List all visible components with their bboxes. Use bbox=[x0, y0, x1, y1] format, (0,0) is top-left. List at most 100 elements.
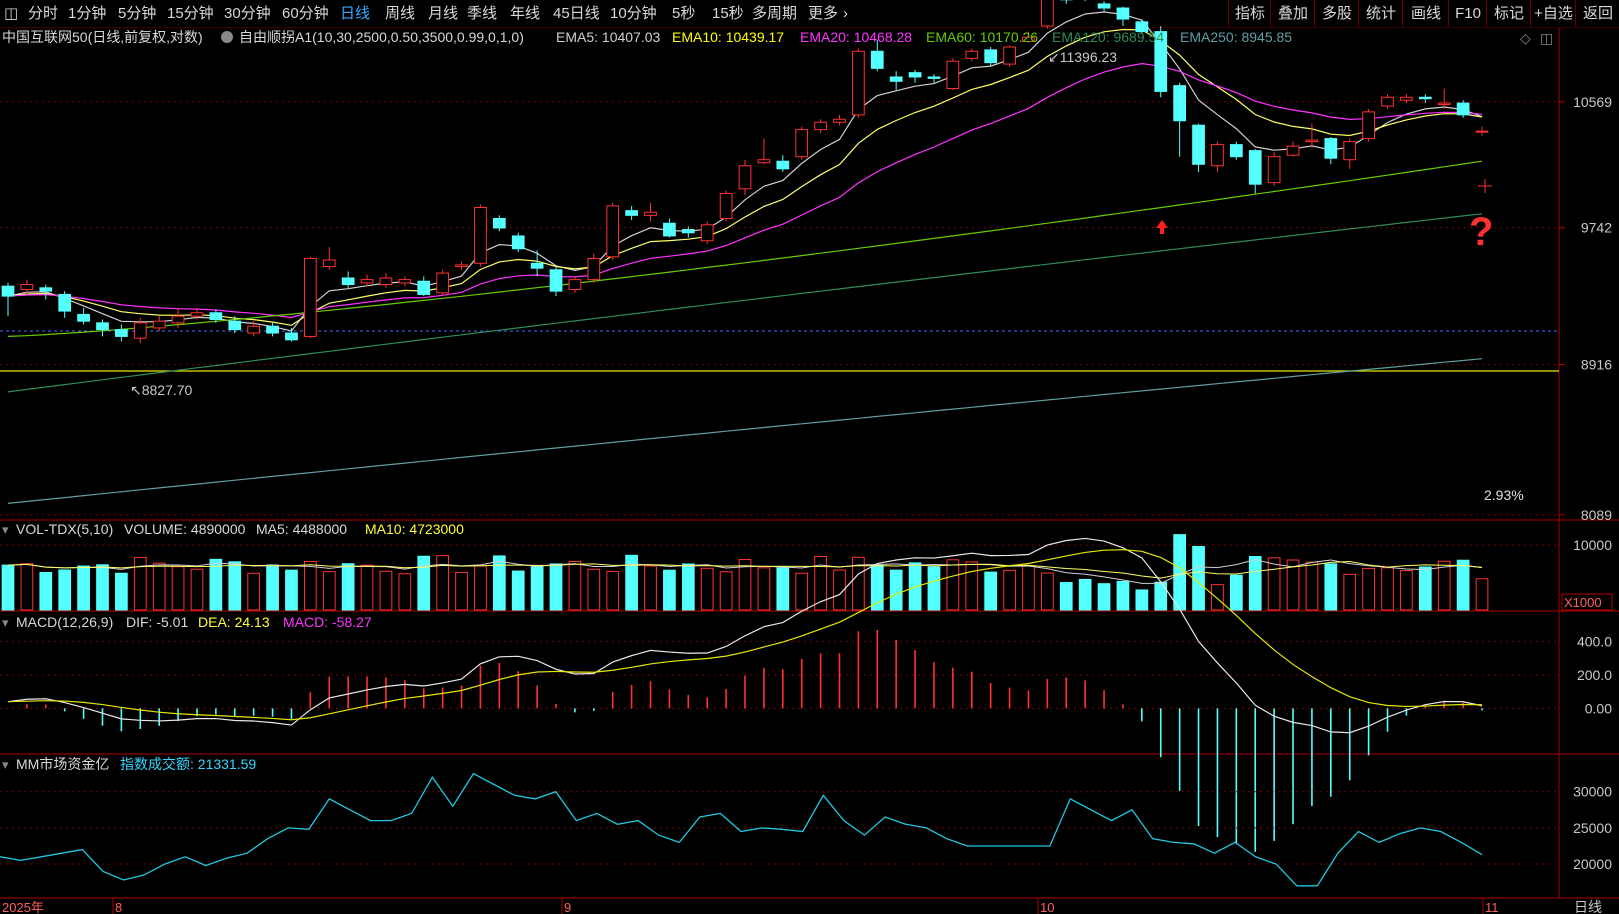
volume-bar bbox=[171, 566, 185, 611]
volume-bar bbox=[795, 572, 809, 611]
candle-body bbox=[190, 312, 204, 317]
candle-body bbox=[360, 279, 374, 284]
volume-bar bbox=[341, 563, 355, 611]
volume-bar bbox=[889, 569, 903, 611]
volume-bar bbox=[492, 555, 506, 611]
macd-y-tick: 0.00 bbox=[1585, 700, 1612, 716]
x-month-label: 9 bbox=[564, 900, 571, 914]
volume-bar bbox=[360, 564, 374, 611]
candle-body bbox=[889, 76, 903, 82]
volume-bar bbox=[1324, 563, 1338, 611]
main-title: 中国互联网50(日线,前复权,对数) bbox=[2, 29, 203, 45]
volume-bar bbox=[379, 570, 393, 611]
question-annotation: ? bbox=[1469, 210, 1493, 254]
volume-bar bbox=[1229, 574, 1243, 611]
volume-bar bbox=[1362, 567, 1375, 611]
volume-bar bbox=[1003, 569, 1016, 611]
candle-body bbox=[133, 322, 147, 339]
candle-body bbox=[266, 325, 279, 334]
macd-title: MACD(12,26,9) bbox=[16, 614, 113, 630]
candle-body bbox=[1003, 46, 1016, 65]
volume-bar bbox=[965, 561, 979, 611]
volume-bar bbox=[1343, 573, 1357, 611]
vol-value: VOLUME: 4890000 bbox=[124, 521, 246, 537]
candle-body bbox=[1400, 96, 1413, 101]
low-price-label: ↖8827.70 bbox=[130, 382, 193, 398]
period-label: 日线 bbox=[1574, 899, 1602, 914]
candle-body bbox=[1173, 85, 1186, 122]
volume-bar bbox=[1041, 572, 1054, 611]
candle-body bbox=[417, 280, 431, 295]
volume-bar bbox=[266, 564, 279, 611]
ema-legend-4: EMA120: 9689.54 bbox=[1052, 29, 1164, 45]
volume-bar bbox=[152, 562, 166, 611]
volume-bar bbox=[1381, 567, 1394, 611]
candle-body bbox=[625, 210, 638, 216]
stock-chart[interactable]: 10569 9742 8916 8089 中国互联网50(日线,前复权,对数) 自由顺拐A… bbox=[0, 0, 1619, 914]
candle-body bbox=[152, 320, 166, 329]
volume-bar bbox=[1267, 557, 1281, 611]
volume-bar bbox=[606, 570, 620, 611]
volume-bar bbox=[417, 555, 431, 611]
mm-y-tick: 30000 bbox=[1573, 784, 1612, 800]
ema-legend-5: EMA250: 8945.85 bbox=[1180, 29, 1292, 45]
candle-body bbox=[115, 329, 128, 337]
volume-bar bbox=[133, 556, 147, 611]
vol-ma10: MA10: 4723000 bbox=[365, 521, 464, 537]
ema120-line bbox=[7, 213, 1483, 393]
candle-body bbox=[171, 315, 185, 324]
volume-bar bbox=[1192, 545, 1205, 611]
window-icon: ◫ bbox=[1540, 30, 1553, 46]
x-month-label: 11 bbox=[1485, 900, 1499, 914]
candle-body bbox=[984, 49, 998, 64]
vol-ma5: MA5: 4488000 bbox=[256, 521, 347, 537]
candle-body bbox=[965, 50, 979, 59]
x-year-label: 2025年 bbox=[2, 900, 44, 914]
candle-body bbox=[1286, 145, 1300, 156]
candle-body bbox=[852, 50, 865, 116]
turnover-line bbox=[0, 772, 1483, 887]
candle-body bbox=[795, 129, 809, 158]
candle-body bbox=[379, 277, 393, 286]
candle-body bbox=[606, 205, 620, 258]
volume-bar bbox=[700, 567, 714, 611]
candle-body bbox=[681, 229, 695, 234]
volume-bar bbox=[1116, 580, 1130, 611]
ema-legend-0: EMA5: 10407.03 bbox=[556, 29, 661, 45]
candle-body bbox=[1248, 150, 1262, 185]
volume-bar bbox=[568, 561, 582, 611]
volume-bar bbox=[625, 554, 638, 611]
volume-bar bbox=[77, 565, 90, 611]
volume-bar bbox=[1078, 578, 1092, 611]
candle-body bbox=[304, 257, 317, 337]
volume-bar bbox=[946, 559, 960, 611]
x-month-label: 10 bbox=[1040, 900, 1054, 914]
indicator-label: 自由顺拐A1(10,30,2500,0.50,3500,0.99,0,1,0) bbox=[239, 29, 524, 45]
candle-body bbox=[1229, 144, 1243, 158]
volume-bar bbox=[190, 568, 204, 611]
volume-bar bbox=[20, 563, 34, 611]
volume-bar bbox=[455, 571, 468, 611]
volume-bar bbox=[1097, 583, 1111, 611]
candle-body bbox=[719, 192, 733, 219]
volume-bar bbox=[474, 565, 487, 611]
candle-body bbox=[77, 313, 90, 322]
candle-body bbox=[1305, 139, 1319, 143]
volume-bar bbox=[58, 569, 72, 611]
volume-bar bbox=[304, 561, 317, 611]
y-tick-label: 8089 bbox=[1581, 507, 1612, 523]
volume-bar bbox=[776, 567, 790, 611]
up-arrow-icon bbox=[1156, 220, 1168, 234]
volume-bar bbox=[209, 558, 223, 611]
candle-body bbox=[228, 320, 242, 331]
volume-bar bbox=[719, 571, 733, 611]
ema-legend-3: EMA60: 10170.26 bbox=[926, 29, 1038, 45]
volume-bar bbox=[398, 573, 412, 611]
volume-bar bbox=[39, 572, 53, 611]
volume-bar bbox=[530, 566, 544, 611]
macd-y-tick: 400.0 bbox=[1577, 634, 1612, 650]
volume-bar bbox=[927, 566, 941, 611]
volume-bar bbox=[436, 555, 449, 611]
candle-body bbox=[209, 312, 223, 320]
candle-body bbox=[285, 332, 298, 341]
